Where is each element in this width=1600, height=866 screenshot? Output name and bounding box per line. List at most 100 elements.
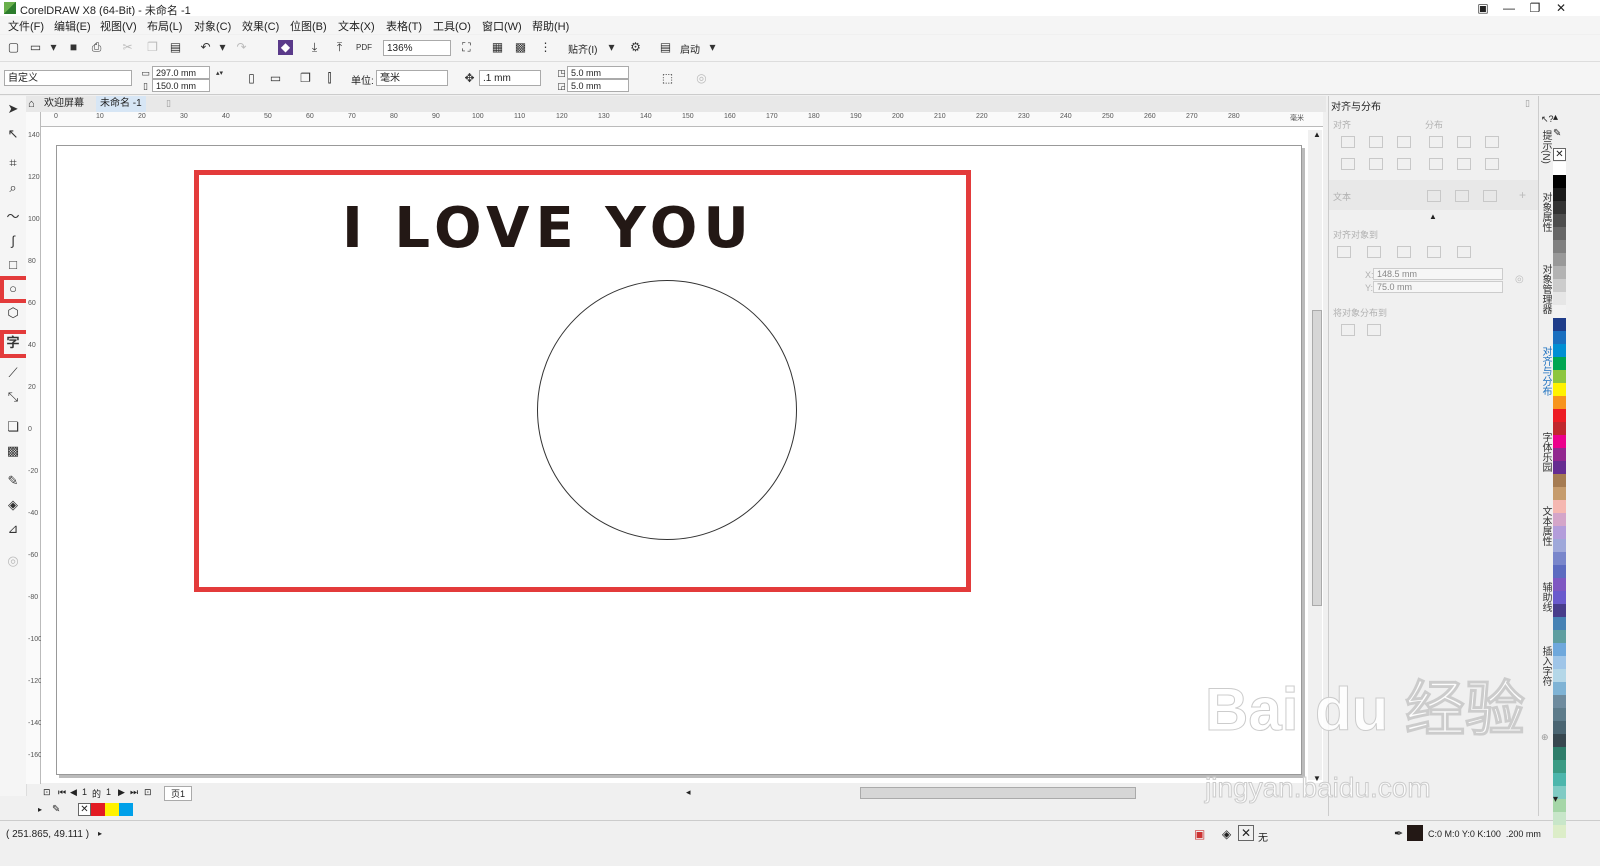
launch-label[interactable]: 启动 <box>680 41 700 56</box>
no-fill-swatch[interactable]: ✕ <box>1238 825 1254 841</box>
palette-swatch[interactable] <box>1553 695 1566 708</box>
undo-dropdown-icon[interactable]: ▾ <box>215 40 230 55</box>
palette-swatch[interactable] <box>1553 253 1566 266</box>
search-content-icon[interactable]: ◆ <box>278 40 293 55</box>
color-eyedropper-tool-icon[interactable]: ✎ <box>4 472 22 490</box>
show-guidelines-icon[interactable]: ⋮ <box>538 40 553 55</box>
portrait-icon[interactable]: ▯ <box>244 71 259 86</box>
previous-page-icon[interactable]: ◀ <box>70 787 77 798</box>
palette-swatch[interactable] <box>1553 266 1566 279</box>
fill-indicator-icon[interactable]: ◈ <box>1222 827 1231 841</box>
align-top-icon[interactable] <box>1341 158 1355 170</box>
menu-bitmaps[interactable]: 位图(B) <box>290 18 327 34</box>
eyedropper-icon[interactable]: ✎ <box>52 804 60 815</box>
tab-hints[interactable]: 提示(N) <box>1539 130 1553 164</box>
import-icon[interactable]: ⤓ <box>307 40 322 55</box>
palette-swatch[interactable] <box>1553 305 1566 318</box>
palette-swatch[interactable] <box>1553 760 1566 773</box>
page-size-preset-select[interactable]: 自定义 <box>4 70 132 86</box>
menu-view[interactable]: 视图(V) <box>100 18 137 34</box>
circle-shape[interactable] <box>537 280 797 540</box>
status-expand-icon[interactable]: ▸ <box>98 829 102 838</box>
menu-file[interactable]: 文件(F) <box>8 18 44 34</box>
tab-guidelines[interactable]: 辅助线 <box>1539 582 1553 612</box>
pick-tool-icon[interactable]: ➤ <box>4 100 22 118</box>
page-width-field[interactable]: 297.0 mm <box>152 66 210 79</box>
menu-text[interactable]: 文本(X) <box>338 18 375 34</box>
nudge-distance-field[interactable]: .1 mm <box>479 70 541 86</box>
palette-swatch[interactable] <box>1553 201 1566 214</box>
distribute-selection-icon[interactable] <box>1341 324 1355 336</box>
menu-help[interactable]: 帮助(H) <box>532 18 569 34</box>
tab-object-properties[interactable]: 对象属性 <box>1539 192 1553 232</box>
no-color-swatch[interactable]: ✕ <box>78 803 91 816</box>
rectangle-tool-icon[interactable]: □ <box>4 256 22 274</box>
first-page-icon[interactable]: ⏮ <box>58 787 66 798</box>
page-height-field[interactable]: 150.0 mm <box>152 79 210 92</box>
cyan-swatch[interactable] <box>119 803 133 816</box>
lock-icon[interactable]: ◎ <box>694 71 709 86</box>
distribute-top-icon[interactable] <box>1429 158 1443 170</box>
landscape-icon[interactable]: ▭ <box>268 71 283 86</box>
palette-swatch[interactable] <box>1553 526 1566 539</box>
palette-swatch[interactable] <box>1553 435 1566 448</box>
scroll-up-icon[interactable]: ▲ <box>1313 130 1321 139</box>
palette-swatch[interactable] <box>1553 292 1566 305</box>
add-page-before-icon[interactable]: ⊡ <box>43 787 51 798</box>
open-icon[interactable]: ▭ <box>28 40 43 55</box>
polygon-tool-icon[interactable]: ⬡ <box>4 304 22 322</box>
text-last-line-icon[interactable] <box>1455 190 1469 202</box>
color-proof-icon[interactable]: ▣ <box>1194 827 1205 841</box>
palette-swatch[interactable] <box>1553 474 1566 487</box>
redo-icon[interactable]: ↷ <box>234 40 249 55</box>
menu-edit[interactable]: 编辑(E) <box>54 18 91 34</box>
distribute-left-icon[interactable] <box>1429 136 1443 148</box>
scroll-left-icon[interactable]: ◂ <box>686 787 691 798</box>
palette-swatch[interactable] <box>1553 721 1566 734</box>
palette-swatch[interactable] <box>1553 513 1566 526</box>
new-tab-icon[interactable]: ▯ <box>166 98 171 109</box>
show-rulers-icon[interactable]: ▦ <box>490 40 505 55</box>
transparency-tool-icon[interactable]: ▩ <box>4 442 22 460</box>
snap-to-dropdown[interactable]: 贴齐(I) <box>568 41 597 56</box>
palette-swatch[interactable] <box>1553 409 1566 422</box>
text-first-line-icon[interactable] <box>1427 190 1441 202</box>
vertical-scroll-thumb[interactable] <box>1312 310 1322 606</box>
grid-icon[interactable] <box>1427 246 1441 258</box>
palette-expand-icon[interactable]: ▸ <box>38 805 42 814</box>
menu-effects[interactable]: 效果(C) <box>242 18 279 34</box>
palette-swatch[interactable] <box>1553 188 1566 201</box>
palette-swatch[interactable] <box>1553 318 1566 331</box>
palette-swatch[interactable] <box>1553 604 1566 617</box>
quick-customize-icon[interactable]: ◎ <box>4 552 22 570</box>
palette-swatch[interactable] <box>1553 487 1566 500</box>
parallel-dimension-tool-icon[interactable]: ⟋ <box>4 364 22 382</box>
palette-flyout-icon[interactable]: ✎ <box>1553 128 1561 139</box>
distribute-bottom-icon[interactable] <box>1485 158 1499 170</box>
palette-swatch[interactable] <box>1553 812 1566 825</box>
unit-select[interactable]: 毫米 <box>376 70 448 86</box>
palette-swatch[interactable] <box>1553 565 1566 578</box>
distribute-middle-icon[interactable] <box>1457 158 1471 170</box>
tab-font-playground[interactable]: 字体乐园 <box>1539 432 1553 472</box>
x-position-field[interactable]: 148.5 mm <box>1373 268 1503 280</box>
palette-swatch[interactable] <box>1553 448 1566 461</box>
text-bbox-icon[interactable] <box>1483 190 1497 202</box>
palette-swatch[interactable] <box>1553 773 1566 786</box>
menu-object[interactable]: 对象(C) <box>194 18 231 34</box>
tab-text-properties[interactable]: 文本属性 <box>1539 506 1553 546</box>
palette-swatch[interactable] <box>1553 708 1566 721</box>
artistic-media-tool-icon[interactable]: ∫ <box>4 232 22 250</box>
paste-icon[interactable]: ▤ <box>168 40 183 55</box>
page-edge-icon[interactable] <box>1367 246 1381 258</box>
print-icon[interactable]: ⎙ <box>89 40 104 55</box>
palette-swatch[interactable] <box>1553 578 1566 591</box>
next-page-icon[interactable]: ▶ <box>118 787 125 798</box>
align-left-icon[interactable] <box>1341 136 1355 148</box>
palette-swatch[interactable] <box>1553 591 1566 604</box>
align-center-v-icon[interactable] <box>1369 158 1383 170</box>
palette-swatch[interactable] <box>1553 500 1566 513</box>
new-document-icon[interactable]: ▢ <box>6 40 21 55</box>
palette-swatch[interactable] <box>1553 656 1566 669</box>
horizontal-ruler[interactable]: 0 10 20 30 40 50 60 70 80 90 100 110 120… <box>40 112 1323 127</box>
